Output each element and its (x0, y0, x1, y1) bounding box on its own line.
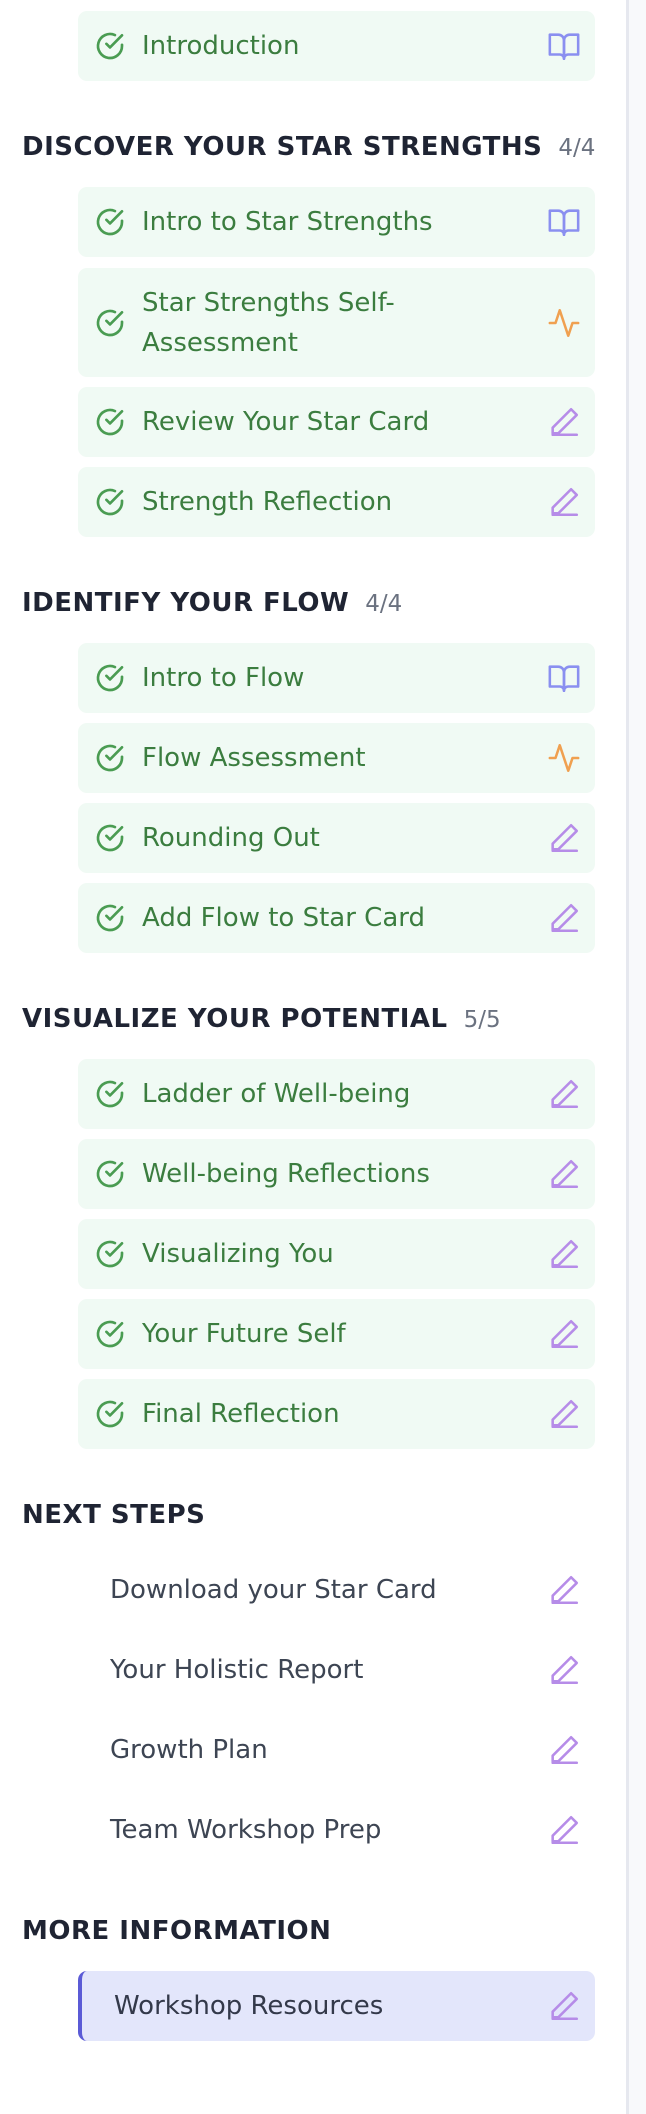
pencil-icon (551, 1815, 579, 1845)
nav-item-label: Your Holistic Report (110, 1655, 364, 1685)
section-header-next-steps: NEXT STEPS (22, 1500, 205, 1540)
book-icon (548, 209, 580, 237)
check-circle-icon (96, 1080, 124, 1108)
nav-item-intro-to-star-strengths[interactable]: Intro to Star Strengths (78, 187, 595, 257)
section-header-identify-flow: IDENTIFY YOUR FLOW 4/4 (22, 588, 402, 628)
pencil-icon (551, 823, 579, 853)
check-circle-icon (96, 1160, 124, 1188)
nav-item-label: Add Flow to Star Card (142, 903, 425, 933)
check-circle-icon (96, 408, 124, 436)
pencil-icon (551, 1575, 579, 1605)
section-header-star-strengths: DISCOVER YOUR STAR STRENGTHS 4/4 (22, 132, 595, 172)
pencil-icon (551, 1655, 579, 1685)
nav-item-label: Intro to Flow (142, 663, 305, 693)
nav-item-label: Star Strengths Self-Assessment (142, 287, 395, 358)
nav-item-star-strengths-self-assessment[interactable]: Star Strengths Self-Assessment (78, 268, 595, 377)
section-header-more-information: MORE INFORMATION (22, 1916, 331, 1956)
pencil-icon (551, 1735, 579, 1765)
book-icon (548, 665, 580, 693)
nav-item-final-reflection[interactable]: Final Reflection (78, 1379, 595, 1449)
navigation-sidebar: Introduction DISCOVER YOUR STAR STRENGTH… (0, 0, 626, 2114)
check-circle-icon (96, 1240, 124, 1268)
section-title: NEXT STEPS (22, 1500, 206, 1530)
pencil-icon (551, 1239, 579, 1269)
check-circle-icon (96, 32, 124, 60)
nav-item-label: Rounding Out (142, 823, 320, 853)
nav-item-label: Download your Star Card (110, 1575, 437, 1605)
section-title: DISCOVER YOUR STAR STRENGTHS (22, 132, 543, 162)
section-progress-count: 5/5 (463, 1007, 501, 1033)
check-circle-icon (96, 904, 124, 932)
check-circle-icon (96, 744, 124, 772)
pencil-icon (551, 1319, 579, 1349)
nav-item-well-being-reflections[interactable]: Well-being Reflections (78, 1139, 595, 1209)
section-title: MORE INFORMATION (22, 1916, 332, 1946)
nav-item-rounding-out[interactable]: Rounding Out (78, 803, 595, 873)
nav-item-label: Intro to Star Strengths (142, 207, 433, 237)
check-circle-icon (96, 664, 124, 692)
check-circle-icon (96, 1400, 124, 1428)
pencil-icon (551, 1991, 579, 2021)
content-pane-edge (629, 0, 646, 2114)
nav-item-label: Strength Reflection (142, 487, 393, 517)
pencil-icon (551, 487, 579, 517)
nav-item-flow-assessment[interactable]: Flow Assessment (78, 723, 595, 793)
nav-item-ladder-of-well-being[interactable]: Ladder of Well-being (78, 1059, 595, 1129)
nav-item-label: Flow Assessment (142, 743, 366, 773)
nav-item-label: Ladder of Well-being (142, 1079, 411, 1109)
nav-item-visualizing-you[interactable]: Visualizing You (78, 1219, 595, 1289)
nav-item-workshop-resources[interactable]: Workshop Resources (78, 1971, 595, 2041)
nav-item-label: Final Reflection (142, 1399, 340, 1429)
section-progress-count: 4/4 (365, 591, 403, 617)
nav-item-label: Review Your Star Card (142, 407, 430, 437)
nav-item-label: Well-being Reflections (142, 1159, 430, 1189)
nav-item-review-your-star-card[interactable]: Review Your Star Card (78, 387, 595, 457)
section-title: VISUALIZE YOUR POTENTIAL (22, 1004, 448, 1034)
activity-icon (548, 308, 580, 337)
activity-icon (548, 743, 580, 773)
pencil-icon (551, 903, 579, 933)
section-progress-count: 4/4 (558, 135, 596, 161)
pencil-icon (551, 1079, 579, 1109)
check-circle-icon (96, 208, 124, 236)
check-circle-icon (96, 309, 124, 336)
book-icon (548, 33, 580, 61)
nav-item-introduction[interactable]: Introduction (78, 11, 595, 81)
nav-item-label: Growth Plan (110, 1735, 268, 1765)
nav-item-intro-to-flow[interactable]: Intro to Flow (78, 643, 595, 713)
section-title: IDENTIFY YOUR FLOW (22, 588, 350, 618)
nav-item-label: Your Future Self (142, 1319, 346, 1349)
nav-item-label: Team Workshop Prep (110, 1815, 382, 1845)
check-circle-icon (96, 824, 124, 852)
check-circle-icon (96, 488, 124, 516)
nav-item-growth-plan[interactable]: Growth Plan (78, 1715, 595, 1785)
nav-item-add-flow-to-star-card[interactable]: Add Flow to Star Card (78, 883, 595, 953)
section-header-visualize-potential: VISUALIZE YOUR POTENTIAL 5/5 (22, 1004, 501, 1044)
nav-item-label: Workshop Resources (114, 1991, 384, 2021)
pencil-icon (551, 407, 579, 437)
nav-item-your-future-self[interactable]: Your Future Self (78, 1299, 595, 1369)
check-circle-icon (96, 1320, 124, 1348)
pencil-icon (551, 1159, 579, 1189)
nav-item-download-star-card[interactable]: Download your Star Card (78, 1555, 595, 1625)
nav-item-label: Introduction (142, 31, 300, 61)
pencil-icon (551, 1399, 579, 1429)
nav-item-strength-reflection[interactable]: Strength Reflection (78, 467, 595, 537)
nav-item-label: Visualizing You (142, 1239, 334, 1269)
nav-item-team-workshop-prep[interactable]: Team Workshop Prep (78, 1795, 595, 1865)
nav-item-holistic-report[interactable]: Your Holistic Report (78, 1635, 595, 1705)
